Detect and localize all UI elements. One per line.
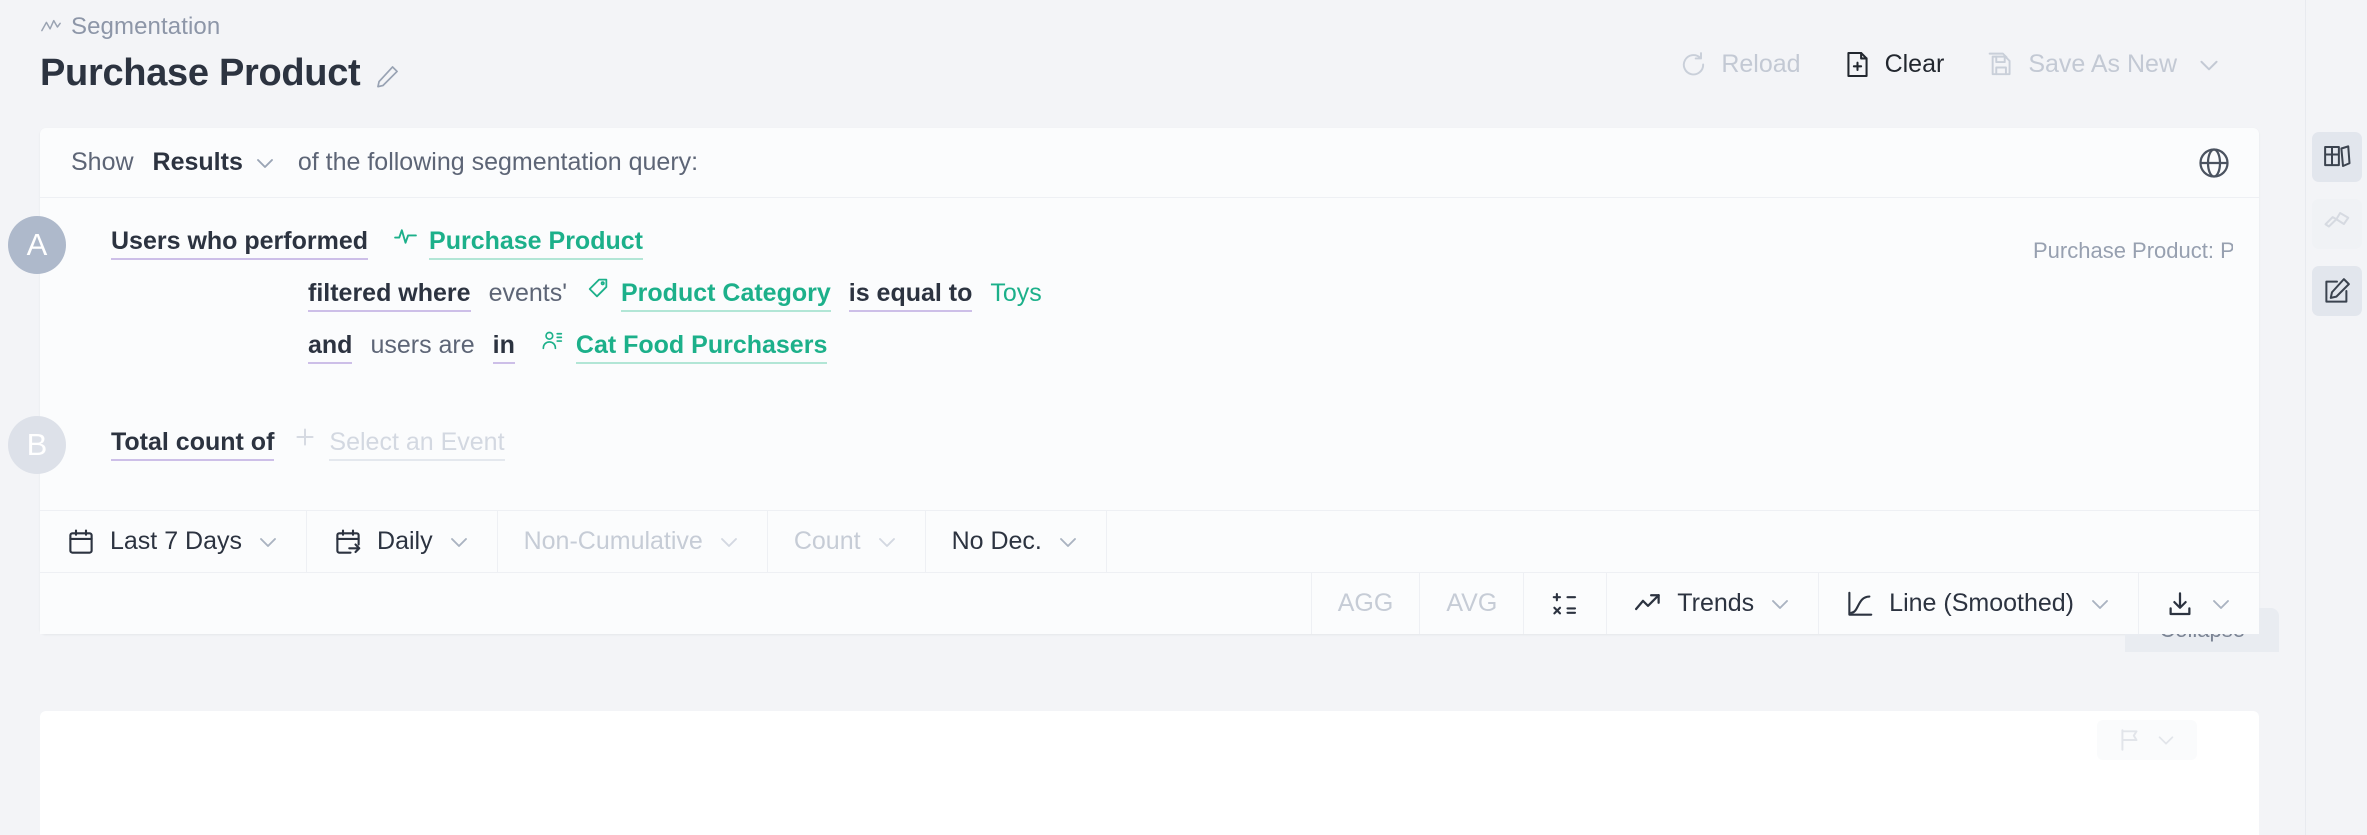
calendar-interval-icon [333, 527, 363, 557]
tag-icon [585, 276, 610, 301]
show-row: Show Results of the following segmentati… [40, 128, 2259, 198]
chart-type-label: Line (Smoothed) [1889, 589, 2074, 617]
measure-label: Count [793, 527, 861, 555]
download-button[interactable] [2138, 573, 2259, 634]
avg-button[interactable]: AVG [1419, 573, 1523, 634]
query-line: Users who performed Purchase Product [40, 224, 2259, 260]
query-line: filtered where events' Product Category … [40, 276, 2259, 312]
chevron-down-icon [875, 530, 899, 554]
line-chart-icon [40, 16, 62, 38]
query-block-badge: A [8, 216, 66, 274]
query-block-b: B Total count of Select an Event [8, 402, 2259, 510]
chevron-down-icon [2088, 592, 2112, 616]
plus-icon [292, 424, 318, 450]
chevron-down-icon [253, 151, 277, 175]
query-token-users-who-performed[interactable]: Users who performed [111, 229, 369, 260]
annotations-control[interactable] [2097, 720, 2197, 760]
query-token-and[interactable]: and [308, 333, 353, 364]
query-block-badge: B [8, 416, 66, 474]
cumulative-select[interactable]: Non-Cumulative [498, 511, 768, 572]
save-as-new-button[interactable]: Save As New [1965, 44, 2243, 85]
segmentation-page: Segmentation Purchase Product Reload Cle… [0, 0, 2367, 835]
interval-label: Daily [377, 527, 433, 555]
query-line: Total count of Select an Event [40, 424, 2259, 461]
flag-icon [2117, 727, 2143, 753]
page-header: Segmentation Purchase Product Reload Cle… [0, 0, 2305, 130]
query-card: Show Results of the following segmentati… [8, 128, 2279, 652]
avg-label: AVG [1446, 589, 1498, 617]
new-document-icon [1843, 50, 1872, 79]
formula-button[interactable] [1523, 573, 1606, 634]
reload-icon [1679, 50, 1708, 79]
chevron-down-icon [1768, 592, 1792, 616]
calendar-icon [66, 527, 96, 557]
telescope-icon[interactable] [2311, 199, 2362, 249]
query-token-cohort-cat-food-purchasers[interactable]: Cat Food Purchasers [575, 333, 828, 364]
query-block-a: A Purchase Product: Pro Users who perfor… [8, 198, 2259, 402]
chevron-down-icon [1056, 530, 1080, 554]
pencil-icon[interactable] [374, 63, 401, 90]
chevron-down-icon [717, 530, 741, 554]
agg-label: AGG [1337, 589, 1394, 617]
query-line: and users are in Cat Food Purchasers [40, 328, 2259, 364]
reload-button[interactable]: Reload [1658, 44, 1821, 85]
chevron-down-icon [447, 530, 471, 554]
query-token-event-purchase-product[interactable]: Purchase Product [429, 229, 643, 260]
formula-icon [1550, 589, 1580, 619]
chart-mode-select[interactable]: Trends [1606, 573, 1818, 634]
query-token-operator-is-equal-to[interactable]: is equal to [848, 281, 973, 312]
page-title: Purchase Product [40, 52, 361, 94]
chevron-down-icon [256, 530, 280, 554]
show-results-value: Results [152, 148, 243, 176]
date-range-select[interactable]: Last 7 Days [40, 511, 308, 572]
query-token-property-product-category[interactable]: Product Category [621, 281, 831, 312]
chevron-down-icon[interactable] [2209, 592, 2233, 616]
show-label: Show [71, 148, 134, 176]
measure-select[interactable]: Count [768, 511, 926, 572]
chart-type-select[interactable]: Line (Smoothed) [1818, 573, 2138, 634]
query-toolbar-primary: Last 7 Days Daily Non-Cumulative Count N… [40, 510, 2259, 572]
agg-button[interactable]: AGG [1310, 573, 1420, 634]
select-an-event-button[interactable]: Select an Event [329, 430, 505, 461]
trend-up-icon [1633, 589, 1663, 619]
right-rail [2305, 0, 2367, 835]
interval-select[interactable]: Daily [307, 511, 498, 572]
query-toolbar-secondary: AGG AVG Trends Line (Smoothed) [40, 572, 2259, 634]
query-token-value-toys[interactable]: Toys [990, 281, 1041, 310]
decimals-label: No Dec. [951, 527, 1042, 555]
header-actions: Reload Clear Save As New [1658, 44, 2243, 85]
toolbar-primary-spacer [1107, 511, 2259, 572]
cumulative-label: Non-Cumulative [523, 527, 703, 555]
query-token-users-are: users are [370, 331, 475, 359]
reload-label: Reload [1721, 50, 1801, 78]
save-icon [1986, 50, 2015, 79]
show-row-tail: of the following segmentation query: [297, 148, 699, 176]
query-token-total-count-of[interactable]: Total count of [111, 430, 275, 461]
chevron-down-icon[interactable] [2196, 52, 2222, 78]
note-edit-icon[interactable] [2311, 266, 2362, 316]
clear-button[interactable]: Clear [1822, 44, 1966, 85]
board-columns-icon[interactable] [2311, 132, 2362, 182]
series-legend-note: Purchase Product: Pro [2033, 238, 2233, 263]
clear-label: Clear [1884, 50, 1945, 78]
chart-pane [40, 711, 2259, 835]
save-as-new-label: Save As New [2028, 50, 2177, 78]
date-range-label: Last 7 Days [110, 527, 243, 555]
globe-icon[interactable] [2196, 145, 2232, 181]
download-icon [2165, 589, 2195, 619]
event-line-icon [393, 224, 418, 249]
breadcrumb[interactable]: Segmentation [40, 13, 220, 41]
page-title-row: Purchase Product [40, 52, 401, 95]
query-token-in[interactable]: in [492, 333, 515, 364]
query-token-events-possessive: events' [488, 279, 567, 307]
line-smoothed-icon [1845, 589, 1875, 619]
show-results-select[interactable]: Results [153, 148, 277, 177]
breadcrumb-label: Segmentation [71, 13, 221, 40]
chart-mode-label: Trends [1677, 589, 1755, 617]
chevron-down-icon [2155, 729, 2177, 751]
cohort-users-icon [540, 328, 565, 353]
query-token-filtered-where[interactable]: filtered where [308, 281, 471, 312]
decimals-select[interactable]: No Dec. [926, 511, 1107, 572]
